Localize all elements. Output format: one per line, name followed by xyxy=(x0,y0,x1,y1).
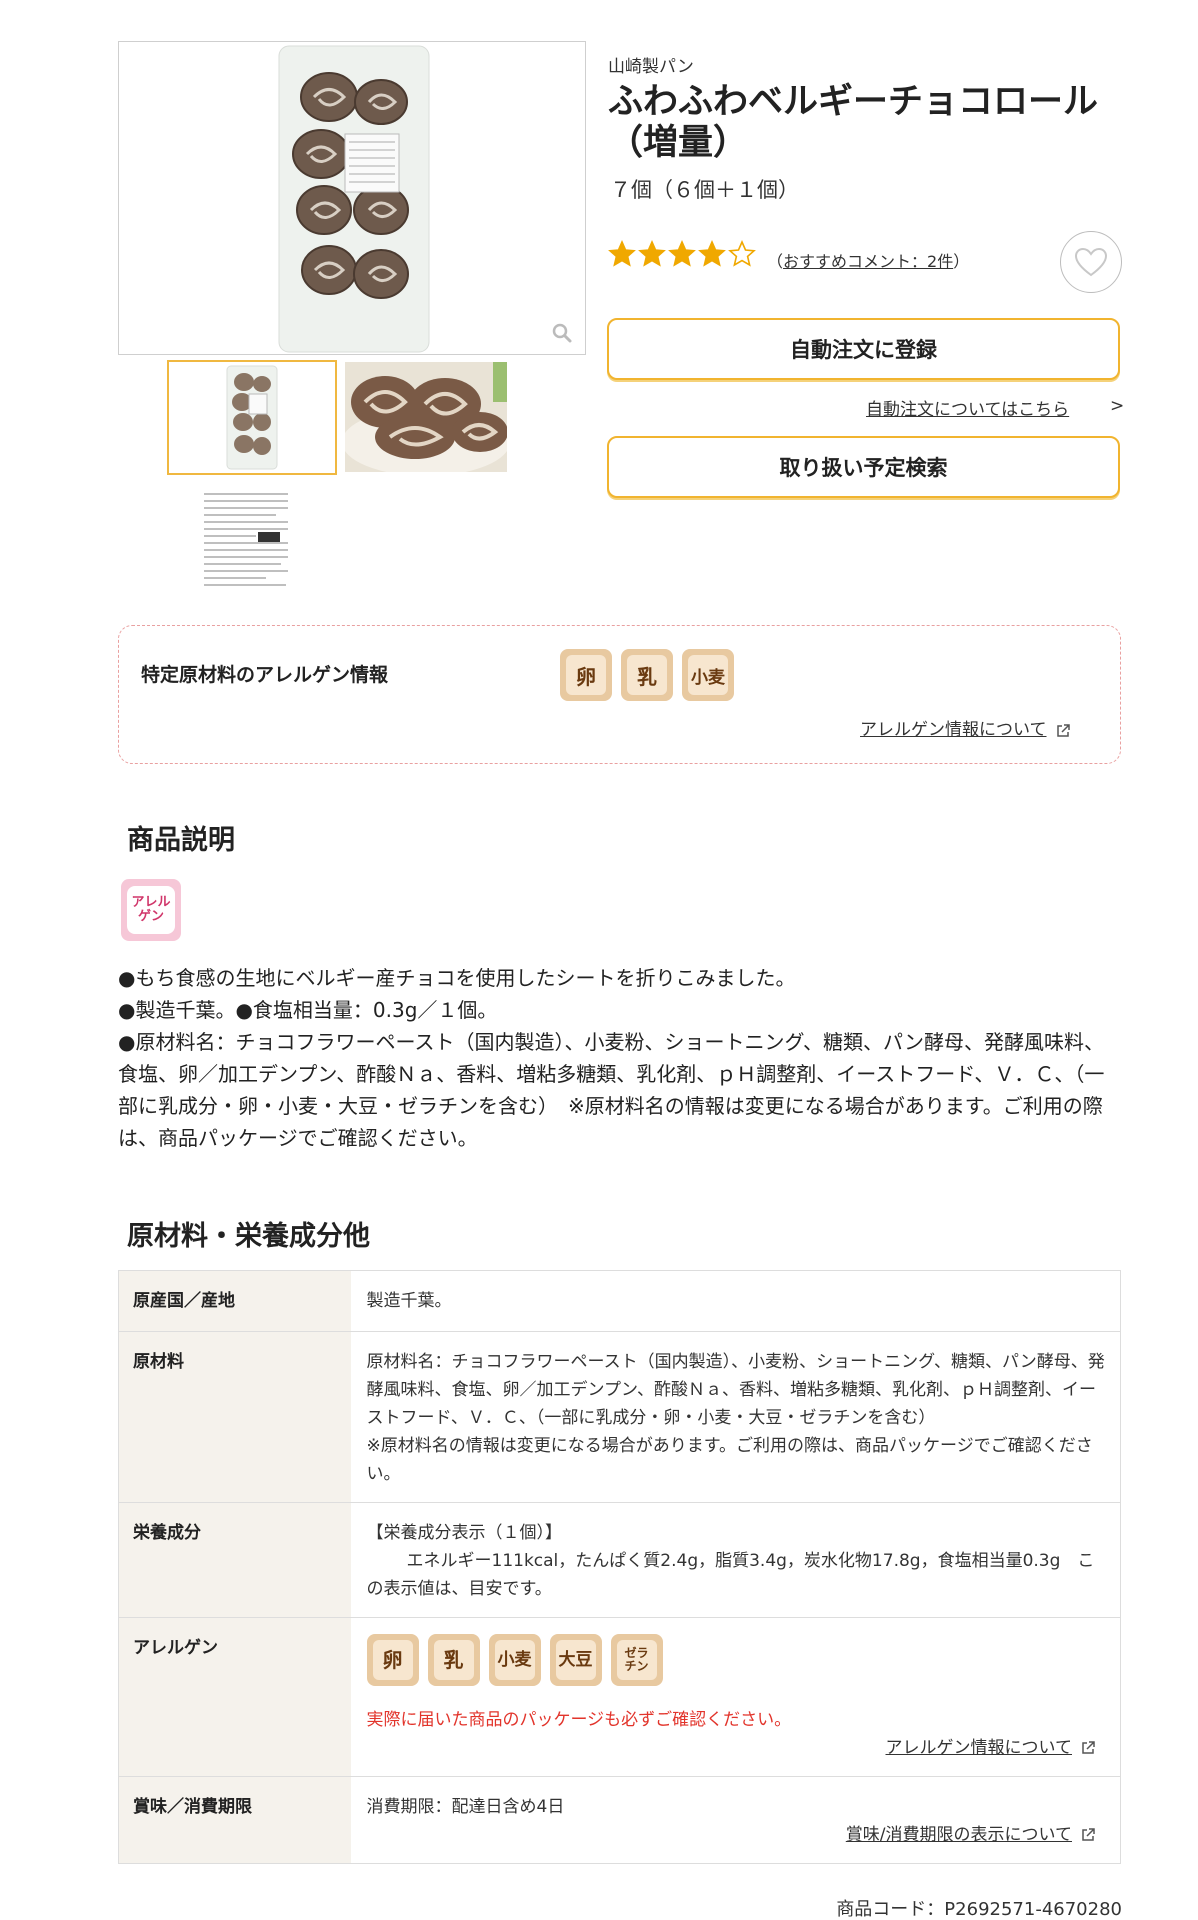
allergen-chip-row: 卵 乳 小麦 大豆 ゼラ チン xyxy=(366,1634,1107,1692)
star-filled-icon xyxy=(668,240,696,267)
allergen-info-link[interactable]: アレルゲン情報について xyxy=(886,1738,1073,1758)
specs-title: 原材料・栄養成分他 xyxy=(127,1221,370,1252)
allergen-warning: 実際に届いた商品のパッケージも必ずご確認ください。 xyxy=(366,1710,792,1730)
table-row: 賞味／消費期限 消費期限：配達日含め4日 賞味/消費期限の表示について xyxy=(118,1776,1121,1864)
expiry-label: 賞味／消費期限 xyxy=(118,1776,351,1864)
allergen-label: アレルゲン xyxy=(118,1617,351,1777)
schedule-search-button[interactable]: 取り扱い予定検索 xyxy=(607,436,1120,498)
description-text: ●もち食感の生地にベルギー産チョコを使用したシートを折りこみました。 ●製造千葉… xyxy=(118,962,1123,1154)
star-filled-icon xyxy=(638,240,666,267)
review-link-close-paren: ） xyxy=(953,252,970,271)
origin-value: 製造千葉。 xyxy=(350,1270,1121,1332)
allergen-info-link[interactable]: アレルゲン情報について xyxy=(860,715,1071,740)
external-link-icon xyxy=(1056,723,1070,737)
table-row: 原材料 原材料名：チョコフラワーペースト（国内製造）、小麦粉、ショートニング、糖… xyxy=(118,1331,1121,1503)
allergen-box-label: 特定原材料のアレルゲン情報 xyxy=(141,664,389,686)
description-title: 商品説明 xyxy=(127,825,235,856)
nutrition-heading: 【栄養成分表示（１個）】 xyxy=(366,1523,563,1543)
allergen-chip-soy: 大豆 xyxy=(549,1634,602,1686)
allergen-info-link-row: アレルゲン情報について xyxy=(367,1734,1097,1762)
star-filled-icon xyxy=(608,240,636,267)
allergen-chip-wheat-label: 小麦 xyxy=(688,655,728,695)
table-row: アレルゲン 卵 乳 小麦 大豆 ゼラ チン 実際に届いた商品のパッケージも必ずご… xyxy=(118,1617,1121,1777)
allergy-badge-label: アレル ゲン xyxy=(127,886,175,934)
thumbnail-2[interactable] xyxy=(345,362,507,472)
allergy-badge-icon: アレル ゲン xyxy=(121,879,181,941)
allergen-chip-wheat: 小麦 xyxy=(488,1634,541,1686)
allergen-chip-gelatin-label: ゼラ チン xyxy=(616,1640,657,1680)
allergen-cell: 卵 乳 小麦 大豆 ゼラ チン 実際に届いた商品のパッケージも必ずご確認ください… xyxy=(350,1617,1121,1777)
expiry-value: 消費期限：配達日含め4日 xyxy=(366,1797,565,1817)
ingredients-label: 原材料 xyxy=(118,1331,351,1503)
thumbnail-bread-image xyxy=(345,362,507,472)
expiry-cell: 消費期限：配達日含め4日 賞味/消費期限の表示について xyxy=(350,1776,1121,1864)
expiry-info-link[interactable]: 賞味/消費期限の表示について xyxy=(846,1825,1072,1845)
allergen-chip-gelatin: ゼラ チン xyxy=(610,1634,663,1686)
external-link-icon xyxy=(1082,1828,1095,1841)
thumbnail-label-image xyxy=(196,486,296,596)
description-line-1: ●もち食感の生地にベルギー産チョコを使用したシートを折りこみました。 xyxy=(118,966,796,990)
specs-table: 原産国／産地 製造千葉。 原材料 原材料名：チョコフラワーペースト（国内製造）、… xyxy=(118,1270,1121,1864)
product-quantity: ７個（６個＋１個） xyxy=(610,178,799,202)
origin-label: 原産国／産地 xyxy=(118,1270,351,1332)
product-package-image xyxy=(278,45,430,353)
ingredients-cell: 原材料名：チョコフラワーペースト（国内製造）、小麦粉、ショートニング、糖類、パン… xyxy=(350,1331,1121,1503)
thumbnail-3[interactable] xyxy=(196,486,296,596)
star-empty-icon xyxy=(728,240,756,267)
nutrition-value: エネルギー111kcal，たんぱく質2.4g，脂質3.4g，炭水化物17.8g，… xyxy=(366,1551,1095,1599)
allergen-chip-wheat-label: 小麦 xyxy=(494,1640,535,1680)
main-product-image[interactable] xyxy=(118,41,586,355)
thumbnail-1[interactable] xyxy=(167,360,337,475)
product-title-line2: （増量） xyxy=(608,123,749,164)
allergen-chip-egg: 卵 xyxy=(560,649,612,701)
external-link-icon xyxy=(1082,1741,1095,1754)
allergen-info-link-text[interactable]: アレルゲン情報について xyxy=(860,720,1047,740)
thumbnail-package-image xyxy=(226,365,278,470)
review-link-text[interactable]: おすすめコメント：2件 xyxy=(783,252,953,271)
product-title: ふわふわベルギーチョコロール （増量） xyxy=(608,82,1128,165)
auto-order-info-link[interactable]: 自動注文についてはこちら xyxy=(866,395,1069,420)
ingredients-note: ※原材料名の情報は変更になる場合があります。ご利用の際は、商品パッケージでご確認… xyxy=(366,1436,1093,1484)
search-icon[interactable] xyxy=(551,322,573,344)
review-link-open-paren: （ xyxy=(767,252,784,271)
table-row: 栄養成分 【栄養成分表示（１個）】 エネルギー111kcal，たんぱく質2.4g… xyxy=(118,1502,1121,1618)
heart-icon xyxy=(1074,247,1108,277)
allergen-chip-egg-label: 卵 xyxy=(372,1640,413,1680)
allergen-chip-milk-label: 乳 xyxy=(433,1640,474,1680)
allergen-chip-soy-label: 大豆 xyxy=(555,1640,596,1680)
allergen-chip-milk-label: 乳 xyxy=(627,655,667,695)
ingredients-value: 原材料名：チョコフラワーペースト（国内製造）、小麦粉、ショートニング、糖類、パン… xyxy=(366,1352,1105,1428)
favorite-button[interactable] xyxy=(1060,231,1122,293)
allergen-chip-milk: 乳 xyxy=(621,649,673,701)
allergen-chip-egg-label: 卵 xyxy=(566,655,606,695)
product-code: 商品コード：P2692571-4670280 xyxy=(836,1899,1122,1920)
description-line-3: ●原材料名：チョコフラワーペースト（国内製造）、小麦粉、ショートニング、糖類、パ… xyxy=(118,1030,1105,1150)
star-filled-icon xyxy=(698,240,726,267)
chevron-right-icon: > xyxy=(1110,396,1125,416)
product-title-line1: ふわふわベルギーチョコロール xyxy=(608,82,1099,122)
table-row: 原産国／産地 製造千葉。 xyxy=(118,1270,1121,1332)
nutrition-cell: 【栄養成分表示（１個）】 エネルギー111kcal，たんぱく質2.4g，脂質3.… xyxy=(350,1502,1121,1618)
allergen-chip-egg: 卵 xyxy=(366,1634,419,1686)
expiry-link-row: 賞味/消費期限の表示について xyxy=(367,1821,1097,1849)
auto-order-button[interactable]: 自動注文に登録 xyxy=(607,318,1120,380)
rating-stars xyxy=(608,240,756,268)
brand-name: 山崎製パン xyxy=(608,57,694,77)
allergen-info-box xyxy=(118,625,1121,764)
nutrition-label: 栄養成分 xyxy=(118,1502,351,1618)
review-link[interactable]: （おすすめコメント：2件） xyxy=(767,248,969,272)
allergen-chip-milk: 乳 xyxy=(427,1634,480,1686)
description-line-2: ●製造千葉。●食塩相当量：0.3g／１個。 xyxy=(118,998,498,1022)
allergen-chip-wheat: 小麦 xyxy=(682,649,734,701)
